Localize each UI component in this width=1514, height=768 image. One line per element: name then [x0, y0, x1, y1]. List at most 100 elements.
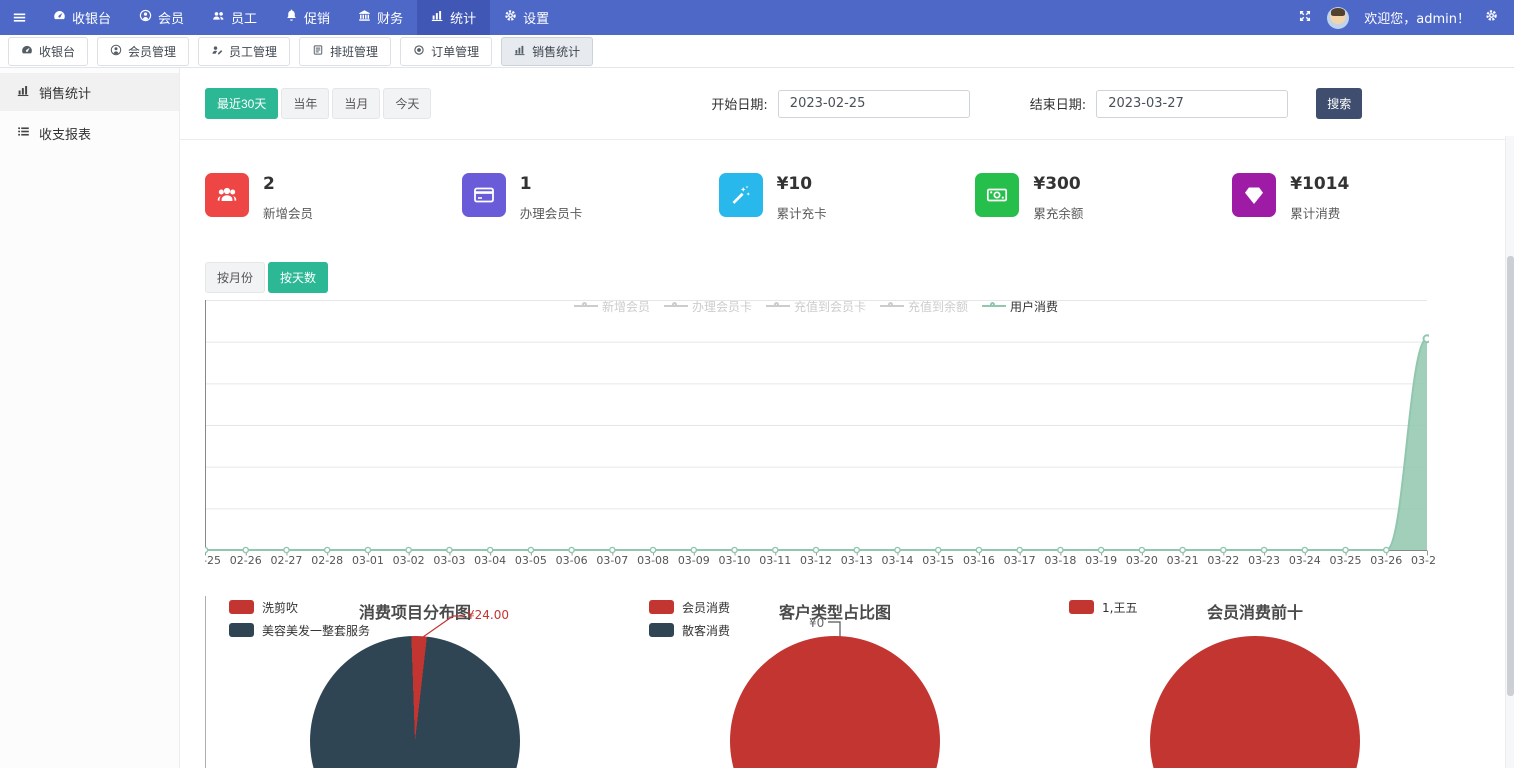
line-chart-legend: 新增会员 办理会员卡 充值到会员卡 充值到余额 用户消费 [205, 298, 1427, 315]
legend-line-marker [982, 302, 1006, 311]
legend-label: 会员消费 [682, 599, 730, 616]
tab-label: 销售统计 [532, 43, 580, 60]
tab-staff-management[interactable]: 员工管理 [198, 37, 290, 66]
legend-swatch [649, 600, 674, 614]
users-icon [205, 173, 249, 217]
legend-line-marker [664, 302, 688, 311]
start-date-input[interactable] [778, 90, 970, 118]
pie-slice-label: ¥0 [809, 616, 824, 630]
legend-label: 美容美发一整套服务 [262, 622, 370, 639]
pie-legend-item[interactable]: 美容美发一整套服务 [229, 622, 370, 639]
pie-legend: 1,王五 [1069, 599, 1137, 616]
pie-legend-item[interactable]: 1,王五 [1069, 599, 1137, 616]
sidebar-item-label: 收支报表 [39, 124, 91, 143]
pie-circle[interactable] [1150, 636, 1360, 768]
nav-item-cashier[interactable]: 收银台 [39, 0, 125, 35]
pie-legend-item[interactable]: 会员消费 [649, 599, 730, 616]
pie-legend-item[interactable]: 洗剪吹 [229, 599, 370, 616]
pie-slice-label: ¥24.00 [467, 608, 509, 622]
pie-legend: 洗剪吹美容美发一整套服务 [229, 599, 370, 639]
legend-label: 散客消费 [682, 622, 730, 639]
legend-line-marker [574, 302, 598, 311]
user-edit-icon [211, 44, 223, 59]
stat-card-new-members: 2 新增会员 [205, 173, 462, 222]
legend-label: 办理会员卡 [692, 298, 752, 315]
nav-item-statistics[interactable]: 统计 [417, 0, 490, 35]
nav-item-promotion[interactable]: 促销 [271, 0, 344, 35]
expand-icon[interactable] [1298, 9, 1312, 27]
tab-label: 员工管理 [229, 43, 277, 60]
legend-item[interactable]: 充值到余额 [880, 298, 968, 315]
gear-icon[interactable] [1485, 9, 1498, 26]
pie-chart-customer-types: 会员消费散客消费 客户类型占比图 ¥0 [625, 594, 1045, 768]
menu-icon[interactable] [0, 0, 39, 35]
nav-item-label: 员工 [231, 8, 257, 27]
nav-item-label: 收银台 [72, 8, 111, 27]
legend-swatch [229, 600, 254, 614]
tab-schedule-management[interactable]: 排班管理 [299, 37, 391, 66]
chart-tab-by-day[interactable]: 按天数 [268, 262, 328, 293]
tab-label: 排班管理 [330, 43, 378, 60]
user-avatar[interactable] [1327, 7, 1349, 29]
bar-chart-icon [431, 9, 444, 26]
pie-circle[interactable] [730, 636, 940, 768]
legend-label: 用户消费 [1010, 298, 1058, 315]
clipboard-icon [312, 44, 324, 59]
pie-charts-row: 洗剪吹美容美发一整套服务 消费项目分布图 ¥24.00 会员消费散客消费 客户类… [205, 594, 1514, 768]
stat-value: 1 [520, 175, 583, 194]
sidebar-item-sales-statistics[interactable]: 销售统计 [0, 73, 179, 111]
magic-wand-icon [719, 173, 763, 217]
quick-range-group: 最近30天 当年 当月 今天 [205, 88, 431, 119]
nav-item-member[interactable]: 会员 [125, 0, 198, 35]
nav-item-label: 设置 [523, 8, 549, 27]
stat-label: 累计消费 [1290, 203, 1349, 222]
start-date-label: 开始日期: [711, 94, 767, 113]
scrollbar-thumb[interactable] [1507, 256, 1514, 696]
legend-line-marker [766, 302, 790, 311]
legend-item[interactable]: 新增会员 [574, 298, 650, 315]
nav-item-staff[interactable]: 员工 [198, 0, 271, 35]
chart-mode-tabs: 按月份 按天数 [205, 262, 1489, 293]
search-button[interactable]: 搜索 [1316, 88, 1362, 119]
range-button-this-year[interactable]: 当年 [281, 88, 329, 119]
top-navbar: 收银台 会员 员工 促销 财务 统计 设置 欢迎您，admin！ [0, 0, 1514, 35]
legend-item[interactable]: 办理会员卡 [664, 298, 752, 315]
legend-item[interactable]: 用户消费 [982, 298, 1058, 315]
tab-member-management[interactable]: 会员管理 [97, 37, 189, 66]
dot-circle-icon [413, 44, 425, 59]
pie-legend-item[interactable]: 散客消费 [649, 622, 730, 639]
legend-item[interactable]: 充值到会员卡 [766, 298, 866, 315]
main-content: 最近30天 当年 当月 今天 开始日期: 结束日期: 搜索 2 新增会员 [180, 68, 1514, 768]
nav-item-settings[interactable]: 设置 [490, 0, 563, 35]
range-button-today[interactable]: 今天 [383, 88, 431, 119]
sidebar: 销售统计 收支报表 [0, 68, 180, 768]
nav-item-label: 统计 [450, 8, 476, 27]
tab-label: 会员管理 [128, 43, 176, 60]
legend-label: 充值到余额 [908, 298, 968, 315]
nav-item-finance[interactable]: 财务 [344, 0, 417, 35]
bar-chart-icon [17, 84, 30, 101]
legend-label: 充值到会员卡 [794, 298, 866, 315]
tab-sales-statistics[interactable]: 销售统计 [501, 37, 593, 66]
stat-card-balance-topup: ¥300 累充余额 [975, 173, 1232, 222]
stat-card-membership-cards: 1 办理会员卡 [462, 173, 719, 222]
tab-cashier[interactable]: 收银台 [8, 37, 88, 66]
sidebar-item-income-report[interactable]: 收支报表 [0, 114, 179, 152]
end-date-input[interactable] [1096, 90, 1288, 118]
pie-legend: 会员消费散客消费 [649, 599, 730, 639]
credit-card-icon [462, 173, 506, 217]
scrollbar[interactable] [1505, 136, 1514, 768]
quick-tab-bar: 收银台 会员管理 员工管理 排班管理 订单管理 销售统计 [0, 35, 1514, 68]
stat-value: ¥10 [777, 175, 827, 194]
tab-order-management[interactable]: 订单管理 [400, 37, 492, 66]
range-button-last30days[interactable]: 最近30天 [205, 88, 278, 119]
pie-chart-consumption-items: 洗剪吹美容美发一整套服务 消费项目分布图 ¥24.00 [205, 594, 625, 768]
stat-label: 累充余额 [1033, 203, 1083, 222]
tab-label: 收银台 [39, 43, 75, 60]
pie-circle[interactable] [310, 636, 520, 768]
line-chart: 新增会员办理会员卡充值到会员卡充值到余额用户消费 02-2502-2602-27… [205, 296, 1437, 572]
users-icon [212, 9, 225, 26]
welcome-text: 欢迎您，admin！ [1364, 8, 1470, 27]
range-button-this-month[interactable]: 当月 [332, 88, 380, 119]
chart-tab-by-month[interactable]: 按月份 [205, 262, 265, 293]
